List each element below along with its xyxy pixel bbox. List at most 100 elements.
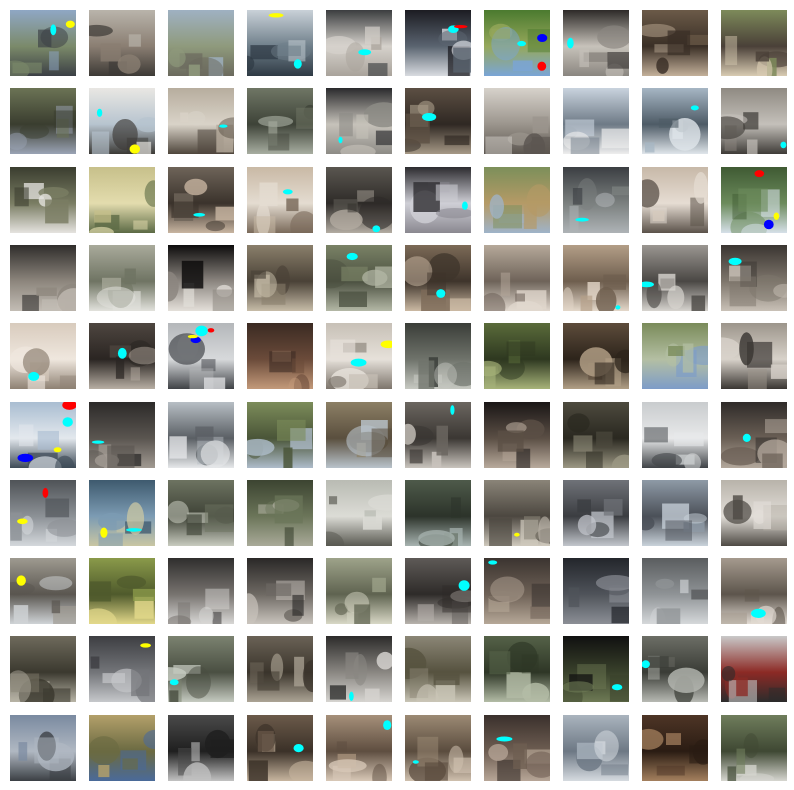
thumbnail-image: [405, 167, 471, 233]
thumbnail-image: [484, 245, 550, 311]
photo-thumbnail-mountain-stream: [642, 636, 708, 702]
thumbnail-image: [10, 636, 76, 702]
photo-thumbnail-figure-silhouette: [563, 636, 629, 702]
thumbnail-image: [721, 88, 787, 154]
thumbnail-image: [168, 480, 234, 546]
photo-thumbnail-river-valley: [326, 245, 392, 311]
thumbnail-image: [247, 636, 313, 702]
thumbnail-image: [642, 636, 708, 702]
thumbnail-image: [484, 480, 550, 546]
photo-thumbnail-street-truck: [721, 88, 787, 154]
photo-thumbnail-restaurant-interior: [405, 245, 471, 311]
photo-thumbnail-bullet-train: [642, 402, 708, 468]
photo-thumbnail-silver-minivan: [168, 323, 234, 389]
thumbnail-image: [484, 88, 550, 154]
photo-thumbnail-dog-on-rock: [247, 245, 313, 311]
thumbnail-image: [168, 88, 234, 154]
thumbnail-image: [10, 10, 76, 76]
thumbnail-image: [642, 323, 708, 389]
photo-thumbnail-ship-wreck: [642, 558, 708, 624]
photo-thumbnail-gondolas: [10, 480, 76, 546]
photo-thumbnail-wildflowers: [89, 558, 155, 624]
photo-thumbnail-limo-couple: [168, 558, 234, 624]
thumbnail-image: [484, 10, 550, 76]
photo-thumbnail-kitchen-chairs: [89, 323, 155, 389]
thumbnail-image: [484, 636, 550, 702]
photo-thumbnail-column-architecture: [642, 10, 708, 76]
thumbnail-image: [642, 558, 708, 624]
thumbnail-image: [721, 558, 787, 624]
thumbnail-image: [642, 88, 708, 154]
thumbnail-image: [89, 636, 155, 702]
thumbnail-image: [10, 558, 76, 624]
thumbnail-image: [247, 88, 313, 154]
thumbnail-image: [563, 636, 629, 702]
thumbnail-image: [405, 480, 471, 546]
thumbnail-image: [405, 245, 471, 311]
thumbnail-image: [10, 167, 76, 233]
photo-thumbnail-graduation: [405, 167, 471, 233]
photo-thumbnail-farmhouse: [89, 245, 155, 311]
photo-thumbnail-ring-dark: [484, 402, 550, 468]
photo-thumbnail-hotel-room: [247, 167, 313, 233]
thumbnail-image: [405, 402, 471, 468]
thumbnail-image: [89, 167, 155, 233]
photo-thumbnail-coastal-plants: [642, 323, 708, 389]
thumbnail-image: [89, 480, 155, 546]
photo-thumbnail-traffic-lights: [721, 636, 787, 702]
thumbnail-image: [484, 323, 550, 389]
photo-thumbnail-people-phones: [721, 402, 787, 468]
thumbnail-image: [721, 10, 787, 76]
photo-thumbnail-bus-stop: [168, 636, 234, 702]
photo-thumbnail-night-street: [563, 558, 629, 624]
thumbnail-image: [563, 245, 629, 311]
photo-thumbnail-jet-sky: [10, 402, 76, 468]
photo-thumbnail-woman-portrait: [168, 167, 234, 233]
thumbnail-image: [721, 480, 787, 546]
photo-thumbnail-kitchen-room: [405, 715, 471, 781]
photo-thumbnail-abacus: [563, 323, 629, 389]
photo-thumbnail-palm-sea: [405, 480, 471, 546]
thumbnail-image: [484, 558, 550, 624]
thumbnail-image: [405, 323, 471, 389]
thumbnail-image: [247, 558, 313, 624]
thumbnail-image: [563, 88, 629, 154]
photo-thumbnail-wedding-couple: [247, 558, 313, 624]
thumbnail-image: [247, 480, 313, 546]
photo-thumbnail-sunlit-road: [405, 323, 471, 389]
thumbnail-image: [247, 715, 313, 781]
photo-thumbnail-highway-sign: [10, 715, 76, 781]
thumbnail-image: [326, 323, 392, 389]
photo-thumbnail-attic-bathroom: [563, 245, 629, 311]
photo-thumbnail-ship-at-dock: [168, 10, 234, 76]
thumbnail-image: [89, 715, 155, 781]
thumbnail-image: [721, 167, 787, 233]
thumbnail-image: [721, 245, 787, 311]
photo-thumbnail-tree-sky: [721, 167, 787, 233]
photo-thumbnail-group-toast: [484, 715, 550, 781]
photo-thumbnail-bathtub: [484, 88, 550, 154]
thumbnail-image: [247, 167, 313, 233]
photo-thumbnail-beach-umbrella: [326, 480, 392, 546]
thumbnail-image: [168, 558, 234, 624]
thumbnail-image: [89, 10, 155, 76]
thumbnail-image: [326, 88, 392, 154]
thumbnail-image: [642, 402, 708, 468]
photo-thumbnail-storefront: [89, 10, 155, 76]
photo-thumbnail-wheat-field: [89, 715, 155, 781]
photo-thumbnail-saxophone-player: [247, 323, 313, 389]
photo-thumbnail-coin-binocular: [168, 715, 234, 781]
photo-thumbnail-suv-car: [563, 167, 629, 233]
photo-thumbnail-woman-in-bath: [484, 245, 550, 311]
photo-thumbnail-people-on-stage: [326, 88, 392, 154]
photo-thumbnail-dining-room: [247, 715, 313, 781]
thumbnail-image: [168, 167, 234, 233]
photo-thumbnail-jeep-forest: [563, 402, 629, 468]
thumbnail-image: [563, 558, 629, 624]
thumbnail-image: [10, 323, 76, 389]
photo-thumbnail-garden-sculpture: [721, 715, 787, 781]
photo-thumbnail-hay-bales: [484, 167, 550, 233]
thumbnail-image: [484, 402, 550, 468]
photo-thumbnail-church-tower: [563, 480, 629, 546]
photo-thumbnail-rocky-water: [247, 88, 313, 154]
